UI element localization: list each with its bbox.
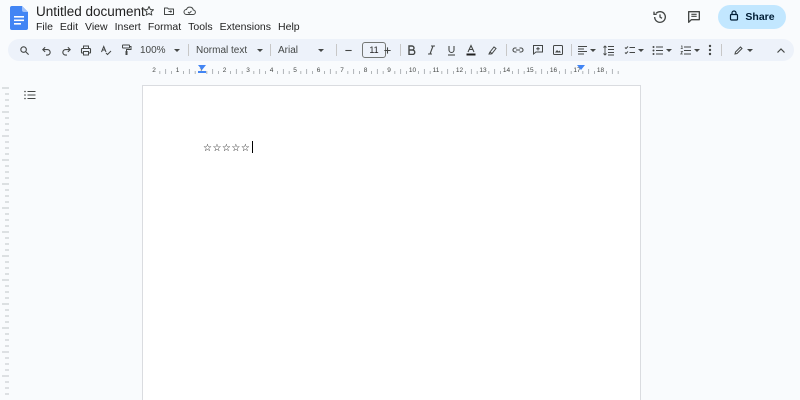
docs-logo-icon[interactable] — [10, 6, 28, 30]
font-value: Arial — [278, 44, 299, 56]
toolbar-divider — [270, 44, 271, 56]
chevron-down-icon — [173, 48, 180, 52]
toolbar: 100% Normal text Arial 11 — [8, 39, 794, 61]
text-color-icon[interactable] — [463, 42, 479, 58]
menu-file[interactable]: File — [36, 20, 58, 34]
ruler-tick-label: 7 — [340, 67, 344, 74]
document-outline-icon[interactable] — [24, 90, 36, 100]
toolbar-divider — [506, 44, 507, 56]
ruler-tick-label: 1 — [176, 67, 180, 74]
move-folder-icon[interactable] — [162, 4, 176, 18]
font-select[interactable]: Arial — [278, 42, 330, 58]
ruler-tick-label: 13 — [479, 67, 487, 74]
menu-help[interactable]: Help — [278, 20, 305, 34]
ruler-tick-label: 2 — [223, 67, 227, 74]
toolbar-divider — [188, 44, 189, 56]
chevron-down-icon — [257, 48, 264, 52]
menu-format[interactable]: Format — [148, 20, 186, 34]
print-icon[interactable] — [78, 42, 94, 58]
editing-mode-select[interactable] — [730, 42, 756, 58]
ruler-tick-label: 14 — [503, 67, 511, 74]
ruler-tick-label: 18 — [597, 67, 605, 74]
numbered-list-select[interactable] — [678, 42, 702, 58]
insert-image-icon[interactable] — [550, 42, 566, 58]
chevron-down-icon — [318, 48, 325, 52]
highlight-color-icon[interactable] — [484, 42, 500, 58]
toolbar-divider — [400, 44, 401, 56]
ruler-tick-label: 16 — [550, 67, 558, 74]
horizontal-ruler[interactable]: 2 1 1 2 3 4 5 6 7 8 9 10 11 12 13 14 15 16 17 18 — [142, 64, 642, 76]
ruler-tick-label: 3 — [246, 67, 250, 74]
ruler-tick-label: 10 — [409, 67, 417, 74]
document-text: ☆☆☆☆☆ — [203, 143, 251, 154]
bold-icon[interactable] — [404, 42, 418, 58]
chevron-down-icon — [638, 48, 644, 52]
menu-tools[interactable]: Tools — [188, 20, 218, 34]
toolbar-divider — [336, 44, 337, 56]
lock-icon — [729, 10, 739, 24]
ruler-tick-label: 2 — [152, 67, 156, 74]
toolbar-divider — [571, 44, 572, 56]
paragraph-style-select[interactable]: Normal text — [196, 42, 264, 58]
chevron-down-icon — [589, 48, 596, 52]
paint-format-icon[interactable] — [118, 42, 134, 58]
ruler-tick-label: 15 — [526, 67, 534, 74]
checklist-select[interactable] — [622, 42, 646, 58]
star-icon[interactable] — [142, 4, 156, 18]
menu-view[interactable]: View — [85, 20, 113, 34]
ruler-tick-label: 6 — [317, 67, 321, 74]
vertical-ruler[interactable] — [0, 84, 10, 400]
menu-insert[interactable]: Insert — [115, 20, 146, 34]
more-options-icon[interactable] — [704, 42, 716, 58]
comments-icon[interactable] — [684, 7, 704, 27]
chevron-down-icon — [694, 48, 700, 52]
increase-font-size-icon[interactable] — [380, 42, 394, 58]
toolbar-divider — [721, 44, 722, 56]
menu-edit[interactable]: Edit — [60, 20, 83, 34]
line-spacing-icon[interactable] — [601, 42, 617, 58]
spellcheck-icon[interactable] — [98, 42, 114, 58]
redo-icon[interactable] — [58, 42, 74, 58]
menu-extensions[interactable]: Extensions — [220, 20, 276, 34]
share-button[interactable]: Share — [718, 5, 786, 29]
menu-bar: File Edit View Insert Format Tools Exten… — [36, 20, 307, 34]
chevron-down-icon — [666, 48, 672, 52]
underline-icon[interactable] — [444, 42, 458, 58]
document-title[interactable]: Untitled document — [36, 3, 145, 20]
ruler-tick-label: 5 — [293, 67, 297, 74]
undo-icon[interactable] — [38, 42, 54, 58]
share-label: Share — [745, 11, 775, 23]
ruler-tick-label: 12 — [456, 67, 464, 74]
zoom-select[interactable]: 100% — [140, 42, 182, 58]
italic-icon[interactable] — [424, 42, 438, 58]
ruler-tick-label: 11 — [433, 67, 440, 74]
document-page[interactable]: ☆☆☆☆☆ — [142, 85, 641, 400]
add-comment-icon[interactable] — [530, 42, 546, 58]
zoom-value: 100% — [140, 44, 166, 56]
ruler-tick-label: 4 — [270, 67, 274, 74]
paragraph-style-value: Normal text — [196, 44, 248, 56]
search-menus-icon[interactable] — [16, 42, 32, 58]
decrease-font-size-icon[interactable] — [341, 42, 355, 58]
align-select[interactable] — [575, 42, 597, 58]
ruler-tick-label: 9 — [387, 67, 391, 74]
version-history-icon[interactable] — [650, 7, 670, 27]
text-cursor — [252, 141, 254, 153]
ruler-tick-label: 8 — [364, 67, 368, 74]
bulleted-list-select[interactable] — [650, 42, 674, 58]
insert-link-icon[interactable] — [510, 42, 526, 58]
title-bar: Untitled document File Edit View Insert … — [0, 0, 800, 38]
cloud-saved-icon[interactable] — [182, 4, 196, 18]
hide-menus-icon[interactable] — [774, 42, 788, 58]
document-body-text[interactable]: ☆☆☆☆☆ — [203, 141, 254, 154]
docs-app: Untitled document File Edit View Insert … — [0, 0, 800, 400]
chevron-down-icon — [747, 48, 753, 52]
